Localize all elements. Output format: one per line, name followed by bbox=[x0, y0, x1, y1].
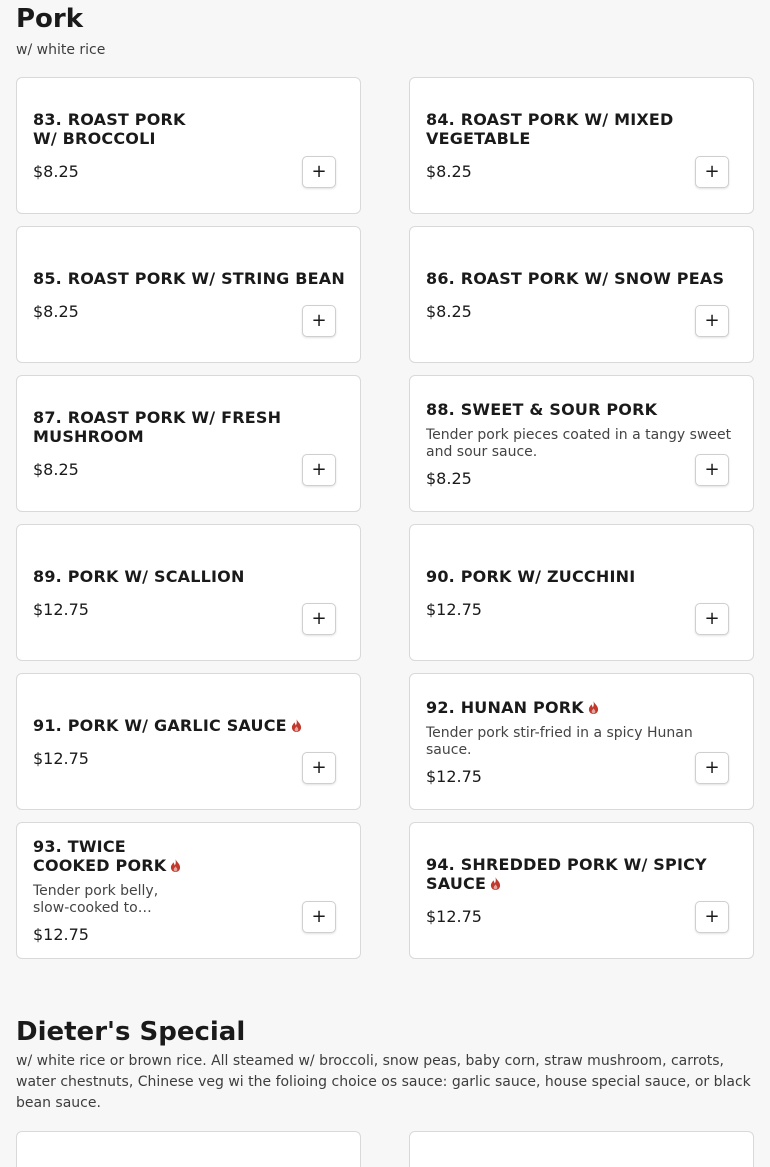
flame-icon bbox=[171, 859, 181, 872]
plus-icon: + bbox=[704, 310, 720, 331]
menu-item-card[interactable]: 89. PORK W/ SCALLION $12.75 + bbox=[16, 524, 361, 661]
menu-item-card[interactable]: 93. TWICE COOKED PORK Tender pork belly,… bbox=[16, 822, 361, 959]
item-price: $8.25 bbox=[426, 162, 472, 181]
add-to-cart-button[interactable]: + bbox=[695, 901, 729, 933]
item-description: Tender pork belly, slow-cooked to… bbox=[33, 883, 159, 916]
add-to-cart-button[interactable]: + bbox=[302, 752, 336, 784]
item-name: 94. SHREDDED PORK W/ SPICY SAUCE bbox=[426, 855, 707, 893]
item-name: 88. SWEET & SOUR PORK bbox=[426, 399, 658, 419]
add-to-cart-button[interactable]: + bbox=[302, 454, 336, 486]
item-description: Tender pork pieces coated in a tangy swe… bbox=[426, 426, 732, 460]
item-price: $12.75 bbox=[426, 766, 482, 786]
section-description-dieters-special: w/ white rice or brown rice. All steamed… bbox=[16, 1053, 751, 1111]
section-title-dieters-special: Dieter's Special bbox=[16, 1017, 246, 1047]
section-description-pork: w/ white rice bbox=[16, 42, 106, 58]
add-to-cart-button[interactable]: + bbox=[695, 305, 729, 337]
item-name: 84. ROAST PORK W/ MIXED VEGETABLE bbox=[426, 110, 674, 148]
menu-item-card[interactable]: 87. ROAST PORK W/ FRESH MUSHROOM $8.25 + bbox=[16, 375, 361, 512]
menu-item-card[interactable]: 91. PORK W/ GARLIC SAUCE $12.75 + bbox=[16, 673, 361, 810]
plus-icon: + bbox=[704, 459, 720, 480]
plus-icon: + bbox=[311, 161, 327, 182]
plus-icon: + bbox=[311, 459, 327, 480]
section-title-pork: Pork bbox=[16, 4, 84, 34]
item-name: 93. TWICE COOKED PORK bbox=[33, 837, 167, 875]
flame-icon bbox=[490, 877, 501, 890]
add-to-cart-button[interactable]: + bbox=[695, 752, 729, 784]
menu-item-card[interactable]: 83. ROAST PORK W/ BROCCOLI $8.25 + bbox=[16, 77, 361, 214]
plus-icon: + bbox=[311, 906, 327, 927]
add-to-cart-button[interactable]: + bbox=[302, 305, 336, 337]
add-to-cart-button[interactable]: + bbox=[695, 156, 729, 188]
item-name: 87. ROAST PORK W/ FRESH MUSHROOM bbox=[33, 408, 282, 446]
menu-item-card[interactable] bbox=[409, 1131, 754, 1167]
flame-icon bbox=[588, 700, 598, 714]
item-name: 91. PORK W/ GARLIC SAUCE bbox=[33, 715, 287, 735]
plus-icon: + bbox=[704, 161, 720, 182]
menu-item-card[interactable] bbox=[16, 1131, 361, 1167]
plus-icon: + bbox=[704, 906, 720, 927]
menu-item-card[interactable]: 86. ROAST PORK W/ SNOW PEAS $8.25 + bbox=[409, 226, 754, 363]
add-to-cart-button[interactable]: + bbox=[302, 603, 336, 635]
menu-item-card[interactable]: 88. SWEET & SOUR PORK Tender pork pieces… bbox=[409, 375, 754, 512]
add-to-cart-button[interactable]: + bbox=[302, 901, 336, 933]
add-to-cart-button[interactable]: + bbox=[695, 603, 729, 635]
item-name: 83. ROAST PORK W/ BROCCOLI bbox=[33, 110, 186, 148]
plus-icon: + bbox=[311, 310, 327, 331]
item-price: $12.75 bbox=[33, 925, 89, 944]
flame-icon bbox=[291, 718, 301, 732]
menu-item-card[interactable]: 94. SHREDDED PORK W/ SPICY SAUCE $12.75 … bbox=[409, 822, 754, 959]
add-to-cart-button[interactable]: + bbox=[695, 454, 729, 486]
item-name: 85. ROAST PORK W/ STRING BEAN bbox=[33, 268, 345, 288]
item-description: Tender pork stir-fried in a spicy Hunan … bbox=[426, 724, 693, 758]
menu-item-card[interactable]: 84. ROAST PORK W/ MIXED VEGETABLE $8.25 … bbox=[409, 77, 754, 214]
add-to-cart-button[interactable]: + bbox=[302, 156, 336, 188]
item-name: 89. PORK W/ SCALLION bbox=[33, 566, 245, 586]
plus-icon: + bbox=[704, 757, 720, 778]
item-price: $12.75 bbox=[426, 907, 482, 926]
menu-item-card[interactable]: 85. ROAST PORK W/ STRING BEAN $8.25 + bbox=[16, 226, 361, 363]
plus-icon: + bbox=[311, 608, 327, 629]
item-name: 86. ROAST PORK W/ SNOW PEAS bbox=[426, 268, 725, 288]
item-price: $8.25 bbox=[33, 460, 79, 479]
item-name: 92. HUNAN PORK bbox=[426, 697, 584, 717]
plus-icon: + bbox=[311, 757, 327, 778]
item-price: $8.25 bbox=[33, 162, 79, 181]
menu-item-card[interactable]: 90. PORK W/ ZUCCHINI $12.75 + bbox=[409, 524, 754, 661]
item-price: $8.25 bbox=[426, 468, 472, 488]
plus-icon: + bbox=[704, 608, 720, 629]
item-name: 90. PORK W/ ZUCCHINI bbox=[426, 566, 636, 586]
menu-item-card[interactable]: 92. HUNAN PORK Tender pork stir-fried in… bbox=[409, 673, 754, 810]
